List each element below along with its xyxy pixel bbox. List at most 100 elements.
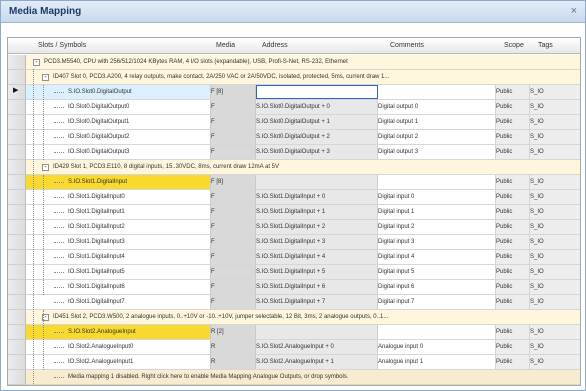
scope-cell: Public <box>496 145 530 159</box>
comment-cell: Digital output 0 <box>378 100 496 114</box>
tree-line-icon <box>33 69 34 384</box>
media-mapping-grid[interactable]: Slots / Symbols Media Address Comments S… <box>7 37 581 386</box>
row-selector[interactable] <box>8 205 26 220</box>
io-row[interactable]: S.IO.Slot1.DigitalInput F [8] Public S_IO <box>26 175 580 190</box>
collapse-toggle-icon[interactable]: - <box>42 164 49 171</box>
row-selector[interactable] <box>8 100 26 115</box>
close-icon[interactable]: × <box>571 5 577 17</box>
note-row[interactable]: Media mapping 1 disabled. Right click he… <box>26 370 580 385</box>
scope-cell: Public <box>496 220 530 234</box>
slot-row[interactable]: - ID407 Slot 0, PCD3.A200, 4 relay output… <box>26 70 580 85</box>
row-selector[interactable] <box>8 280 26 295</box>
scope-cell: Public <box>496 250 530 264</box>
scope-cell: Public <box>496 280 530 294</box>
slot-row[interactable]: - ID429 Slot 1, PCD3.E110, 8 digital inpu… <box>26 160 580 175</box>
comment-cell: Digital output 3 <box>378 145 496 159</box>
comment-cell <box>378 85 496 99</box>
slots-symbols-header[interactable]: Slots / Symbols <box>38 42 86 49</box>
address-header[interactable]: Address <box>262 42 288 49</box>
window-titlebar: Media Mapping × <box>1 1 585 23</box>
address-cell[interactable]: S.IO.Slot1.DigitalInput + 4 <box>256 250 378 264</box>
media-cell: F <box>210 145 256 159</box>
tree-branch-icon <box>54 347 64 348</box>
row-selector[interactable] <box>8 310 26 325</box>
address-cell[interactable] <box>256 325 378 339</box>
address-cell[interactable]: S.IO.Slot0.DigitalOutput + 2 <box>256 130 378 144</box>
table-row[interactable]: IO.Slot0.DigitalOutput0 F S.IO.Slot0.Digit… <box>26 100 580 115</box>
symbol-name: IO.Slot1.DigitalInput2 <box>68 224 125 230</box>
table-row[interactable]: IO.Slot1.DigitalInput0 F S.IO.Slot1.Digita… <box>26 190 580 205</box>
table-row[interactable]: IO.Slot1.DigitalInput6 F S.IO.Slot1.Digita… <box>26 280 580 295</box>
address-cell[interactable]: S.IO.Slot2.AnalogueInput + 1 <box>256 355 378 369</box>
io-row[interactable]: S.IO.Slot2.AnalogueInput R [2] Public S_IO <box>26 325 580 340</box>
address-cell[interactable]: S.IO.Slot0.DigitalOutput + 3 <box>256 145 378 159</box>
slot-row[interactable]: - ID451 Slot 2, PCD3.W500, 2 analogue inp… <box>26 310 580 325</box>
row-selector[interactable] <box>8 130 26 145</box>
table-row[interactable]: IO.Slot1.DigitalInput7 F S.IO.Slot1.Digita… <box>26 295 580 310</box>
address-cell[interactable]: S.IO.Slot1.DigitalInput + 7 <box>256 295 378 309</box>
row-selector[interactable] <box>8 190 26 205</box>
comment-cell: Digital output 1 <box>378 115 496 129</box>
comment-cell: Digital input 2 <box>378 220 496 234</box>
row-selector[interactable] <box>8 265 26 280</box>
collapse-toggle-icon[interactable]: - <box>42 74 49 81</box>
address-cell[interactable]: S.IO.Slot1.DigitalInput + 0 <box>256 190 378 204</box>
row-selector[interactable] <box>8 55 26 70</box>
table-row[interactable]: IO.Slot0.DigitalOutput2 F S.IO.Slot0.Digit… <box>26 130 580 145</box>
row-selector[interactable] <box>8 355 26 370</box>
table-row[interactable]: IO.Slot1.DigitalInput2 F S.IO.Slot1.Digita… <box>26 220 580 235</box>
address-cell[interactable]: S.IO.Slot2.AnalogueInput + 0 <box>256 340 378 354</box>
io-row[interactable]: S.IO.Slot0.DigitalOutput F [8] Public S_IO <box>26 85 580 100</box>
media-cell: F [8] <box>210 85 256 99</box>
row-selector[interactable] <box>8 160 26 175</box>
table-row[interactable]: IO.Slot0.DigitalOutput1 F S.IO.Slot0.Digit… <box>26 115 580 130</box>
media-header[interactable]: Media <box>216 42 235 49</box>
scope-cell: Public <box>496 355 530 369</box>
row-selector[interactable] <box>8 115 26 130</box>
tree-line-icon <box>43 85 44 160</box>
row-selector[interactable] <box>8 325 26 340</box>
row-selector[interactable] <box>8 295 26 310</box>
row-selector[interactable] <box>8 235 26 250</box>
table-row[interactable]: IO.Slot1.DigitalInput4 F S.IO.Slot1.Digita… <box>26 250 580 265</box>
address-cell[interactable]: S.IO.Slot1.DigitalInput + 1 <box>256 205 378 219</box>
tags-cell: S_IO <box>530 85 580 99</box>
address-cell[interactable]: S.IO.Slot0.DigitalOutput + 1 <box>256 115 378 129</box>
collapse-toggle-icon[interactable]: - <box>33 59 40 66</box>
scope-cell: Public <box>496 265 530 279</box>
tags-header[interactable]: Tags <box>538 42 553 49</box>
row-selector[interactable] <box>8 370 26 385</box>
row-selector[interactable] <box>8 250 26 265</box>
comments-header[interactable]: Comments <box>390 42 424 49</box>
symbol-name: IO.Slot1.DigitalInput7 <box>68 299 125 305</box>
address-cell[interactable] <box>256 85 378 99</box>
row-selector[interactable] <box>8 145 26 160</box>
table-row[interactable]: IO.Slot2.AnalogueInput0 R S.IO.Slot2.Analo… <box>26 340 580 355</box>
address-cell[interactable]: S.IO.Slot1.DigitalInput + 3 <box>256 235 378 249</box>
tree-branch-icon <box>54 197 64 198</box>
symbol-name: IO.Slot1.DigitalInput0 <box>68 194 125 200</box>
comment-cell: Digital input 0 <box>378 190 496 204</box>
row-selector[interactable] <box>8 85 26 100</box>
table-row[interactable]: IO.Slot1.DigitalInput1 F S.IO.Slot1.Digita… <box>26 205 580 220</box>
row-selector[interactable] <box>8 340 26 355</box>
tree-branch-icon <box>54 152 64 153</box>
table-row[interactable]: IO.Slot1.DigitalInput5 F S.IO.Slot1.Digita… <box>26 265 580 280</box>
address-cell[interactable]: S.IO.Slot1.DigitalInput + 6 <box>256 280 378 294</box>
table-row[interactable]: IO.Slot2.AnalogueInput1 R S.IO.Slot2.Analo… <box>26 355 580 370</box>
comment-cell: Digital input 4 <box>378 250 496 264</box>
tags-cell: S_IO <box>530 130 580 144</box>
address-cell[interactable]: S.IO.Slot0.DigitalOutput + 0 <box>256 100 378 114</box>
scope-header[interactable]: Scope <box>504 42 524 49</box>
row-selector[interactable] <box>8 220 26 235</box>
row-selector[interactable] <box>8 175 26 190</box>
address-cell[interactable]: S.IO.Slot1.DigitalInput + 5 <box>256 265 378 279</box>
address-cell[interactable] <box>256 175 378 189</box>
row-selector[interactable] <box>8 70 26 85</box>
tags-cell: S_IO <box>530 115 580 129</box>
table-row[interactable]: IO.Slot0.DigitalOutput3 F S.IO.Slot0.Digit… <box>26 145 580 160</box>
address-cell[interactable]: S.IO.Slot1.DigitalInput + 2 <box>256 220 378 234</box>
scope-cell: Public <box>496 130 530 144</box>
table-row[interactable]: IO.Slot1.DigitalInput3 F S.IO.Slot1.Digita… <box>26 235 580 250</box>
device-row[interactable]: - PCD3.M5540, CPU with 256/512/1024 KByte… <box>26 55 580 70</box>
